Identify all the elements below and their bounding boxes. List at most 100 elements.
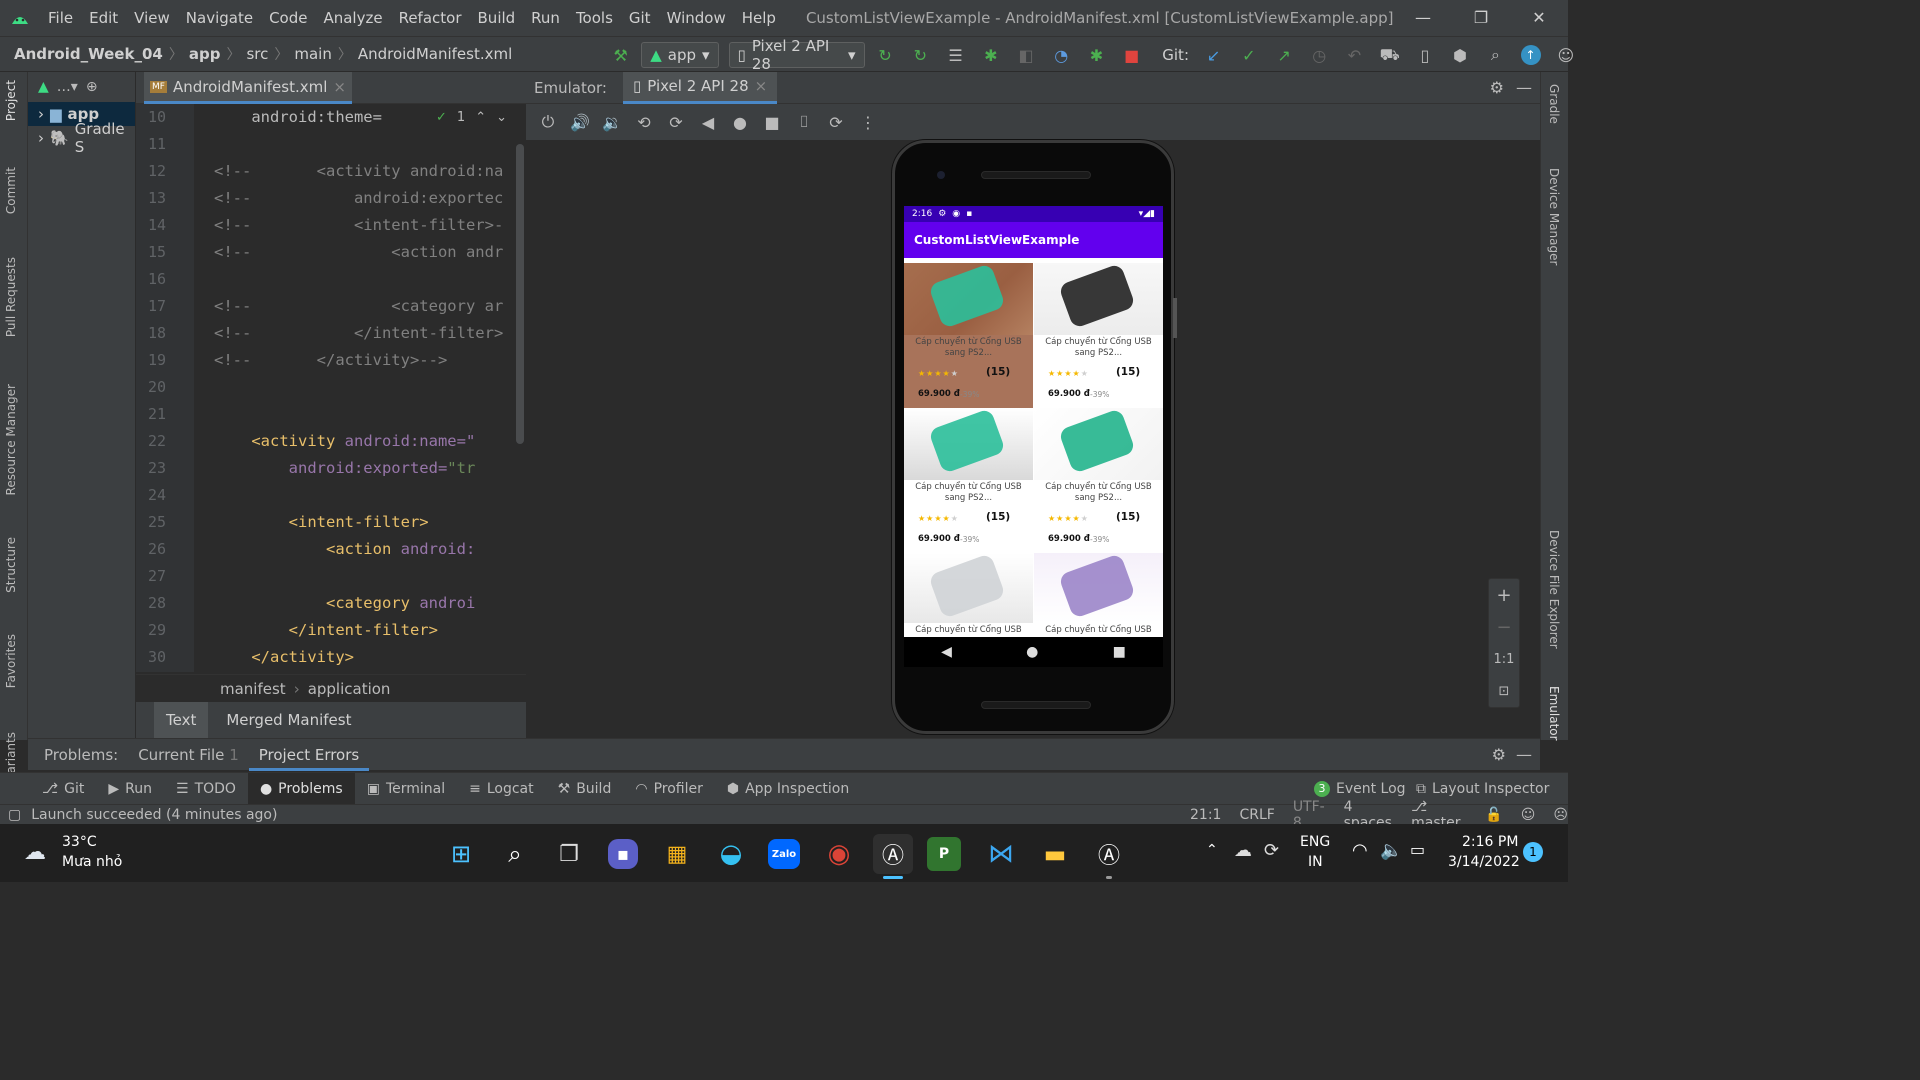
code-line[interactable]: <intent-filter> xyxy=(214,513,429,531)
history-icon[interactable]: ◷ xyxy=(1305,40,1334,70)
code-line[interactable]: </intent-filter> xyxy=(214,621,438,639)
chevron-down-icon[interactable]: ⌄ xyxy=(496,110,507,125)
close-tab-icon[interactable]: × xyxy=(755,77,768,95)
tab-merged-manifest[interactable]: Merged Manifest xyxy=(214,702,363,738)
tab-current-file[interactable]: Current File 1 xyxy=(128,739,249,771)
vscode-icon[interactable]: ⋈ xyxy=(981,834,1021,874)
inspection-widget[interactable]: ✓ 1 ⌃ ⌄ xyxy=(436,110,507,125)
menu-run[interactable]: Run xyxy=(523,9,568,27)
tab-device-manager[interactable]: Device Manager xyxy=(1547,168,1561,265)
tool-app-inspection[interactable]: ⬢ App Inspection xyxy=(715,773,861,805)
product-card[interactable]: Cáp chuyển từ Cổng USB xyxy=(904,553,1033,635)
tab-structure[interactable]: Structure xyxy=(4,537,18,593)
list-icon[interactable]: ☰ xyxy=(941,40,970,70)
tab-emulator-device[interactable]: ▯ Pixel 2 API 28 × xyxy=(622,71,778,104)
lang-primary[interactable]: ENG xyxy=(1300,834,1330,850)
profile-icon[interactable]: ◔ xyxy=(1047,40,1076,70)
product-card[interactable]: Cáp chuyển từ Cổng USB xyxy=(1034,553,1163,635)
git-push-icon[interactable]: ↗ xyxy=(1269,40,1298,70)
menu-git[interactable]: Git xyxy=(621,9,659,27)
stop-icon[interactable]: ■ xyxy=(1117,40,1146,70)
rollback-icon[interactable]: ↶ xyxy=(1340,40,1369,70)
menu-view[interactable]: View xyxy=(126,9,178,27)
chrome-icon[interactable]: ◉ xyxy=(819,834,859,874)
run-config-select[interactable]: ▲ app ▾ xyxy=(641,42,719,68)
weather-temp[interactable]: 33°C xyxy=(62,834,97,850)
back-icon[interactable]: ◀ xyxy=(692,107,724,137)
apply-changes-icon[interactable]: ↻ xyxy=(871,40,900,70)
tab-emulator[interactable]: Emulator xyxy=(1547,686,1561,741)
status-message[interactable]: Launch succeeded (4 minutes ago) xyxy=(31,807,277,823)
code-editor[interactable]: android:theme= <!-- <activity android:na <… xyxy=(194,104,514,672)
code-line[interactable]: <activity android:name=" xyxy=(214,432,475,450)
windows-start-icon[interactable]: ⊞ xyxy=(441,834,481,874)
zoom-fit-icon[interactable]: ⊡ xyxy=(1489,675,1519,707)
phone-screen[interactable]: 2:16 ⚙ ◉ ▪ ▾◢▮ CustomListViewExample Cáp… xyxy=(904,206,1163,637)
menu-navigate[interactable]: Navigate xyxy=(178,9,261,27)
project-icon[interactable]: P xyxy=(927,837,961,871)
lock-icon[interactable]: 🔓 xyxy=(1485,807,1502,823)
microsoft-store-icon[interactable]: ▦ xyxy=(657,834,697,874)
edge-icon[interactable]: ◒ xyxy=(711,834,751,874)
tool-problems[interactable]: ● Problems xyxy=(247,772,355,805)
tab-commit[interactable]: Commit xyxy=(4,167,18,214)
menu-help[interactable]: Help xyxy=(734,9,784,27)
hide-icon[interactable]: — xyxy=(1516,78,1532,97)
breadcrumb-file[interactable]: AndroidManifest.xml xyxy=(354,45,516,63)
tool-profiler[interactable]: ◠ Profiler xyxy=(623,773,715,805)
menu-code[interactable]: Code xyxy=(261,9,315,27)
breadcrumb-module[interactable]: app xyxy=(185,45,225,63)
onedrive-icon[interactable]: ☁ xyxy=(1234,840,1252,861)
code-line[interactable]: </activity> xyxy=(214,648,354,666)
update-icon[interactable]: ↑ xyxy=(1516,40,1545,70)
search-icon[interactable]: ⌕ xyxy=(1481,40,1510,70)
product-card[interactable]: Cáp chuyển từ Cổng USB sang PS2... ★★★★★ (… xyxy=(904,408,1033,553)
lang-secondary[interactable]: IN xyxy=(1308,854,1323,870)
clock-time[interactable]: 2:16 PM xyxy=(1462,834,1518,850)
tool-git[interactable]: ⎇ Git xyxy=(30,773,96,805)
sad-icon[interactable]: ☹ xyxy=(1553,807,1568,823)
code-line[interactable]: <!-- <activity android:na xyxy=(214,162,503,180)
attach-debugger-icon[interactable]: ✱ xyxy=(1082,40,1111,70)
zoom-in-icon[interactable]: + xyxy=(1489,579,1519,611)
menu-tools[interactable]: Tools xyxy=(568,9,621,27)
close-icon[interactable]: ✕ xyxy=(1510,0,1568,36)
debug-icon[interactable]: ✱ xyxy=(976,40,1005,70)
android-studio-icon[interactable]: Ⓐ xyxy=(873,834,913,874)
menu-edit[interactable]: Edit xyxy=(81,9,126,27)
camera-icon[interactable]: ⌷ xyxy=(788,107,820,137)
search-icon[interactable]: ⌕ xyxy=(495,834,535,874)
tab-androidmanifest[interactable]: MF AndroidManifest.xml × xyxy=(144,72,352,104)
product-card[interactable]: Cáp chuyển từ Cổng USB sang PS2... ★★★★★ (… xyxy=(904,263,1033,408)
menu-analyze[interactable]: Analyze xyxy=(315,9,390,27)
tool-build[interactable]: ⚒ Build xyxy=(546,773,624,805)
menu-refactor[interactable]: Refactor xyxy=(391,9,470,27)
volume-down-icon[interactable]: 🔉 xyxy=(596,107,628,137)
code-line[interactable]: <action android: xyxy=(214,540,475,558)
caret-position[interactable]: 21:1 xyxy=(1190,807,1221,823)
line-separator[interactable]: CRLF xyxy=(1239,807,1274,823)
wifi-icon[interactable]: ◠ xyxy=(1352,840,1368,861)
nav-recents-icon[interactable]: ■ xyxy=(1113,644,1126,660)
code-line[interactable]: <category androi xyxy=(214,594,475,612)
home-icon[interactable]: ● xyxy=(724,107,756,137)
breadcrumb-src[interactable]: src xyxy=(242,45,272,63)
device-manager-icon[interactable]: ▯ xyxy=(1410,40,1439,70)
restore-icon[interactable]: ❐ xyxy=(1452,0,1510,36)
code-line[interactable]: <!-- android:exportec xyxy=(214,189,503,207)
device-select[interactable]: ▯ Pixel 2 API 28 ▾ xyxy=(728,37,865,73)
power-icon[interactable]: ⏻ xyxy=(532,107,564,137)
tab-text[interactable]: Text xyxy=(154,702,209,738)
menu-build[interactable]: Build xyxy=(470,9,524,27)
nav-back-icon[interactable]: ◀ xyxy=(941,644,952,660)
code-line[interactable]: android:theme= xyxy=(214,108,382,126)
tree-item-gradle[interactable]: › 🐘 Gradle S xyxy=(28,120,135,156)
crumb-manifest[interactable]: manifest xyxy=(220,680,286,698)
chevron-up-icon[interactable]: ⌃ xyxy=(475,110,486,125)
coverage-icon[interactable]: ◧ xyxy=(1011,40,1040,70)
minimize-icon[interactable]: — xyxy=(1394,0,1452,36)
code-line[interactable]: <!-- </activity>--> xyxy=(214,351,447,369)
editor-scrollbar[interactable] xyxy=(514,104,526,672)
breadcrumb-project[interactable]: Android_Week_04 xyxy=(10,45,167,63)
tab-pull-requests[interactable]: Pull Requests xyxy=(4,257,18,337)
